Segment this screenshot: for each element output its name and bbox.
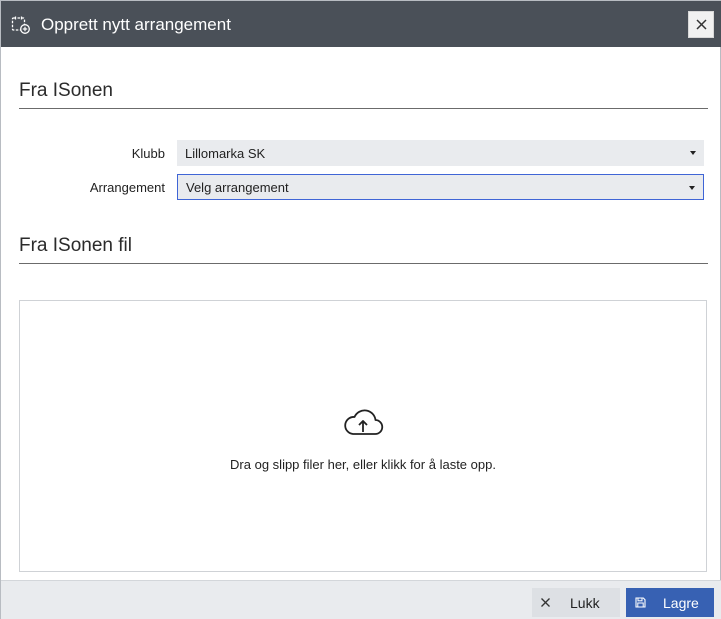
section-heading-isonen: Fra ISonen <box>19 80 708 109</box>
arrangement-label: Arrangement <box>89 180 165 195</box>
klubb-label: Klubb <box>131 146 165 161</box>
dropzone-text: Dra og slipp filer her, eller klikk for … <box>230 457 496 472</box>
chevron-down-icon <box>689 186 695 190</box>
cloud-upload-icon <box>344 409 384 435</box>
calendar-add-icon <box>11 16 30 34</box>
dialog-footer: Lukk Lagre <box>1 580 721 619</box>
save-button-label: Lagre <box>663 595 699 611</box>
klubb-select[interactable]: Lillomarka SK <box>177 140 704 166</box>
section-heading-isonen-file: Fra ISonen fil <box>19 235 708 264</box>
arrangement-select[interactable]: Velg arrangement <box>177 174 704 200</box>
klubb-select-value: Lillomarka SK <box>185 145 266 161</box>
dialog-titlebar: Opprett nytt arrangement <box>1 1 721 47</box>
close-icon <box>695 19 707 30</box>
close-icon <box>541 598 550 607</box>
create-event-dialog: Opprett nytt arrangement Fra ISonen Klub… <box>0 0 721 619</box>
close-button[interactable]: Lukk <box>532 588 620 617</box>
dialog-close-button[interactable] <box>688 11 714 38</box>
save-icon <box>635 597 646 608</box>
arrangement-select-value: Velg arrangement <box>186 179 289 195</box>
file-dropzone[interactable]: Dra og slipp filer her, eller klikk for … <box>19 300 707 572</box>
close-button-label: Lukk <box>570 595 600 611</box>
chevron-down-icon <box>690 151 696 155</box>
save-button[interactable]: Lagre <box>626 588 714 617</box>
dialog-title: Opprett nytt arrangement <box>41 15 231 34</box>
